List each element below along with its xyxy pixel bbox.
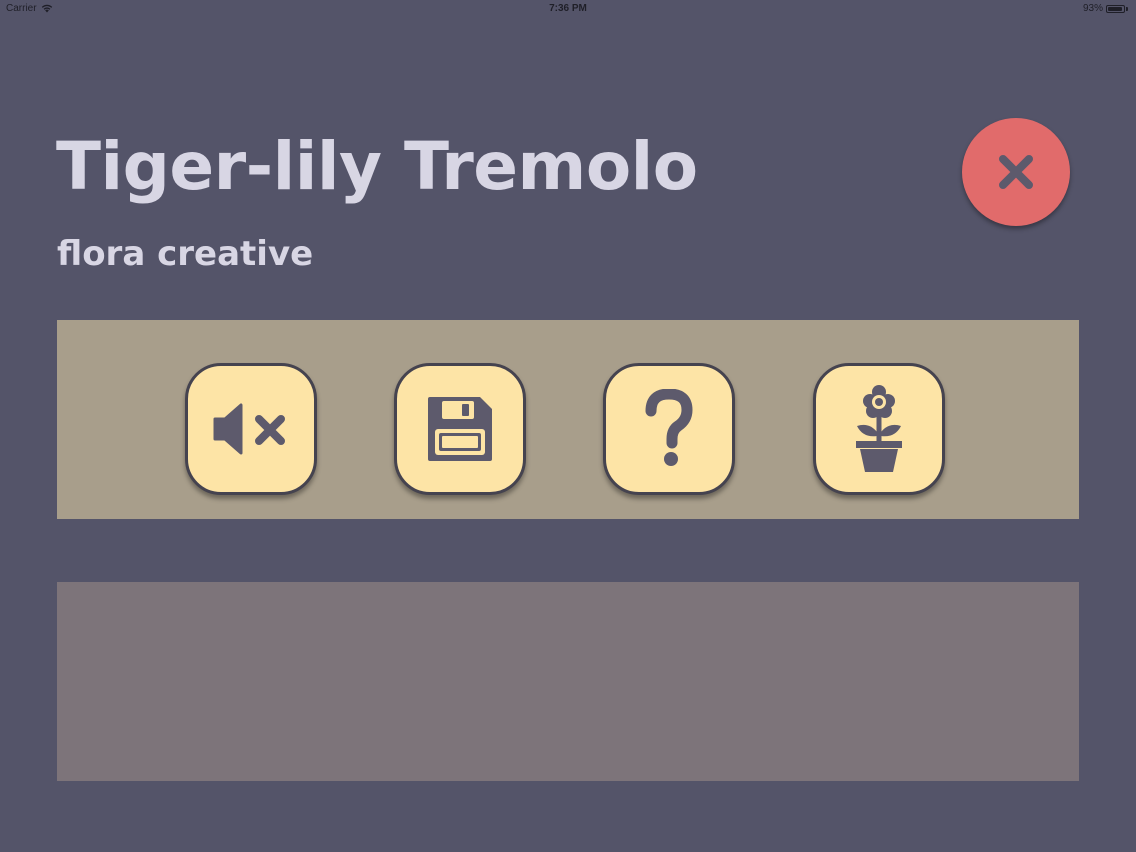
page-title: Tiger-lily Tremolo	[56, 128, 698, 205]
battery-level-fill	[1108, 6, 1122, 11]
save-button[interactable]	[394, 363, 526, 495]
save-icon	[428, 397, 492, 461]
flower-pot-icon	[856, 385, 902, 472]
help-button[interactable]	[603, 363, 735, 495]
status-time: 7:36 PM	[549, 3, 587, 14]
close-icon	[999, 155, 1033, 189]
battery-icon	[1106, 4, 1125, 13]
content-panel	[57, 582, 1079, 781]
toolbar-panel	[57, 320, 1079, 519]
battery-tip	[1126, 6, 1128, 11]
page-subtitle: flora creative	[57, 234, 314, 274]
mute-icon	[213, 403, 285, 455]
battery-percent: 93%	[1082, 3, 1103, 14]
status-bar: Carrier 7:36 PM 93%	[0, 0, 1136, 18]
close-button[interactable]	[962, 118, 1070, 226]
help-icon	[645, 389, 693, 466]
battery-indicator: 93%	[1083, 3, 1128, 14]
mute-button[interactable]	[185, 363, 317, 495]
flower-button[interactable]	[813, 363, 945, 495]
